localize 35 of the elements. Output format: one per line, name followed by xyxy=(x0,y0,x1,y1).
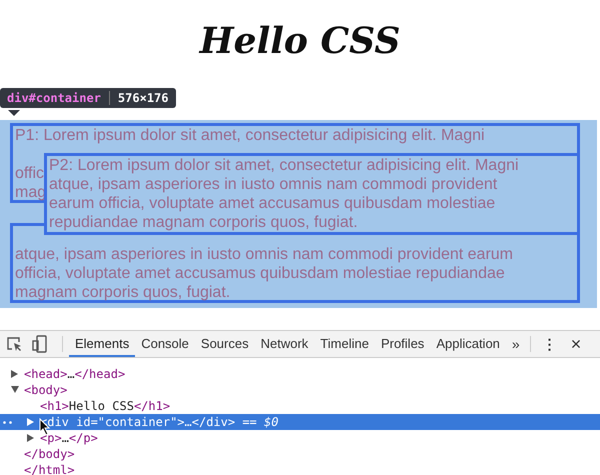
paragraph-text: repudiandae magnam corporis quos, fugiat. xyxy=(48,213,359,232)
paragraph-text: earum officia, voluptate amet accusamus quibusdam molestiae xyxy=(48,194,496,213)
tooltip-pointer-icon xyxy=(8,110,20,116)
menu-button[interactable]: ⋮ xyxy=(536,332,563,356)
dom-node-row[interactable]: <h1>Hello CSS</h1> xyxy=(0,398,600,414)
element-tooltip: div#container 576×176 xyxy=(0,88,176,108)
devtools-tab[interactable]: Profiles xyxy=(374,331,430,357)
more-tabs-button[interactable]: » xyxy=(506,332,526,356)
close-button[interactable]: × xyxy=(562,332,584,356)
devtools-tab[interactable]: Console xyxy=(135,331,195,357)
expand-triangle-icon[interactable] xyxy=(27,434,34,442)
paragraph-text: magnam corporis quos, fugiat. xyxy=(15,283,230,302)
paragraph-text: atque, ipsam asperiores in iusto omnis nam commodi provident earum xyxy=(15,245,514,264)
inspect-icon[interactable] xyxy=(6,336,22,352)
ellipsis-icon xyxy=(3,421,13,424)
device-icon[interactable] xyxy=(32,335,48,353)
dom-node-row[interactable]: <body> xyxy=(0,382,600,398)
dom-node-row[interactable]: </html> xyxy=(0,462,600,475)
paragraph-text: offic xyxy=(15,164,44,183)
devtools-tab[interactable]: Timeline xyxy=(314,331,375,357)
devtools-tab[interactable]: Application xyxy=(430,331,506,357)
expand-triangle-icon[interactable] xyxy=(11,370,18,378)
collapse-triangle-icon[interactable] xyxy=(11,386,19,393)
paragraph-text: P2: Lorem ipsum dolor sit amet, consectetur adipisicing elit. Magni xyxy=(48,156,520,175)
page-heading: Hello CSS xyxy=(200,20,400,62)
dom-node-row[interactable]: <p>…</p> xyxy=(0,430,600,446)
paragraph-text: atque, ipsam asperiores in iusto omnis nam commodi provident xyxy=(48,175,498,194)
devtools-tab[interactable]: Elements xyxy=(69,331,136,357)
devtools-tab[interactable]: Network xyxy=(254,331,314,357)
devtools-tab[interactable]: Sources xyxy=(194,331,255,357)
dom-node-row[interactable]: </body> xyxy=(0,446,600,462)
paragraph-text: officia, voluptate amet accusamus quibusdam molestiae repudiandae xyxy=(15,264,505,283)
paragraph-text: P1: Lorem ipsum dolor sit amet, consectetur adipisicing elit. Magni xyxy=(15,126,485,145)
expand-triangle-icon[interactable] xyxy=(27,418,34,426)
dom-node-row[interactable]: <head>…</head> xyxy=(0,366,600,382)
